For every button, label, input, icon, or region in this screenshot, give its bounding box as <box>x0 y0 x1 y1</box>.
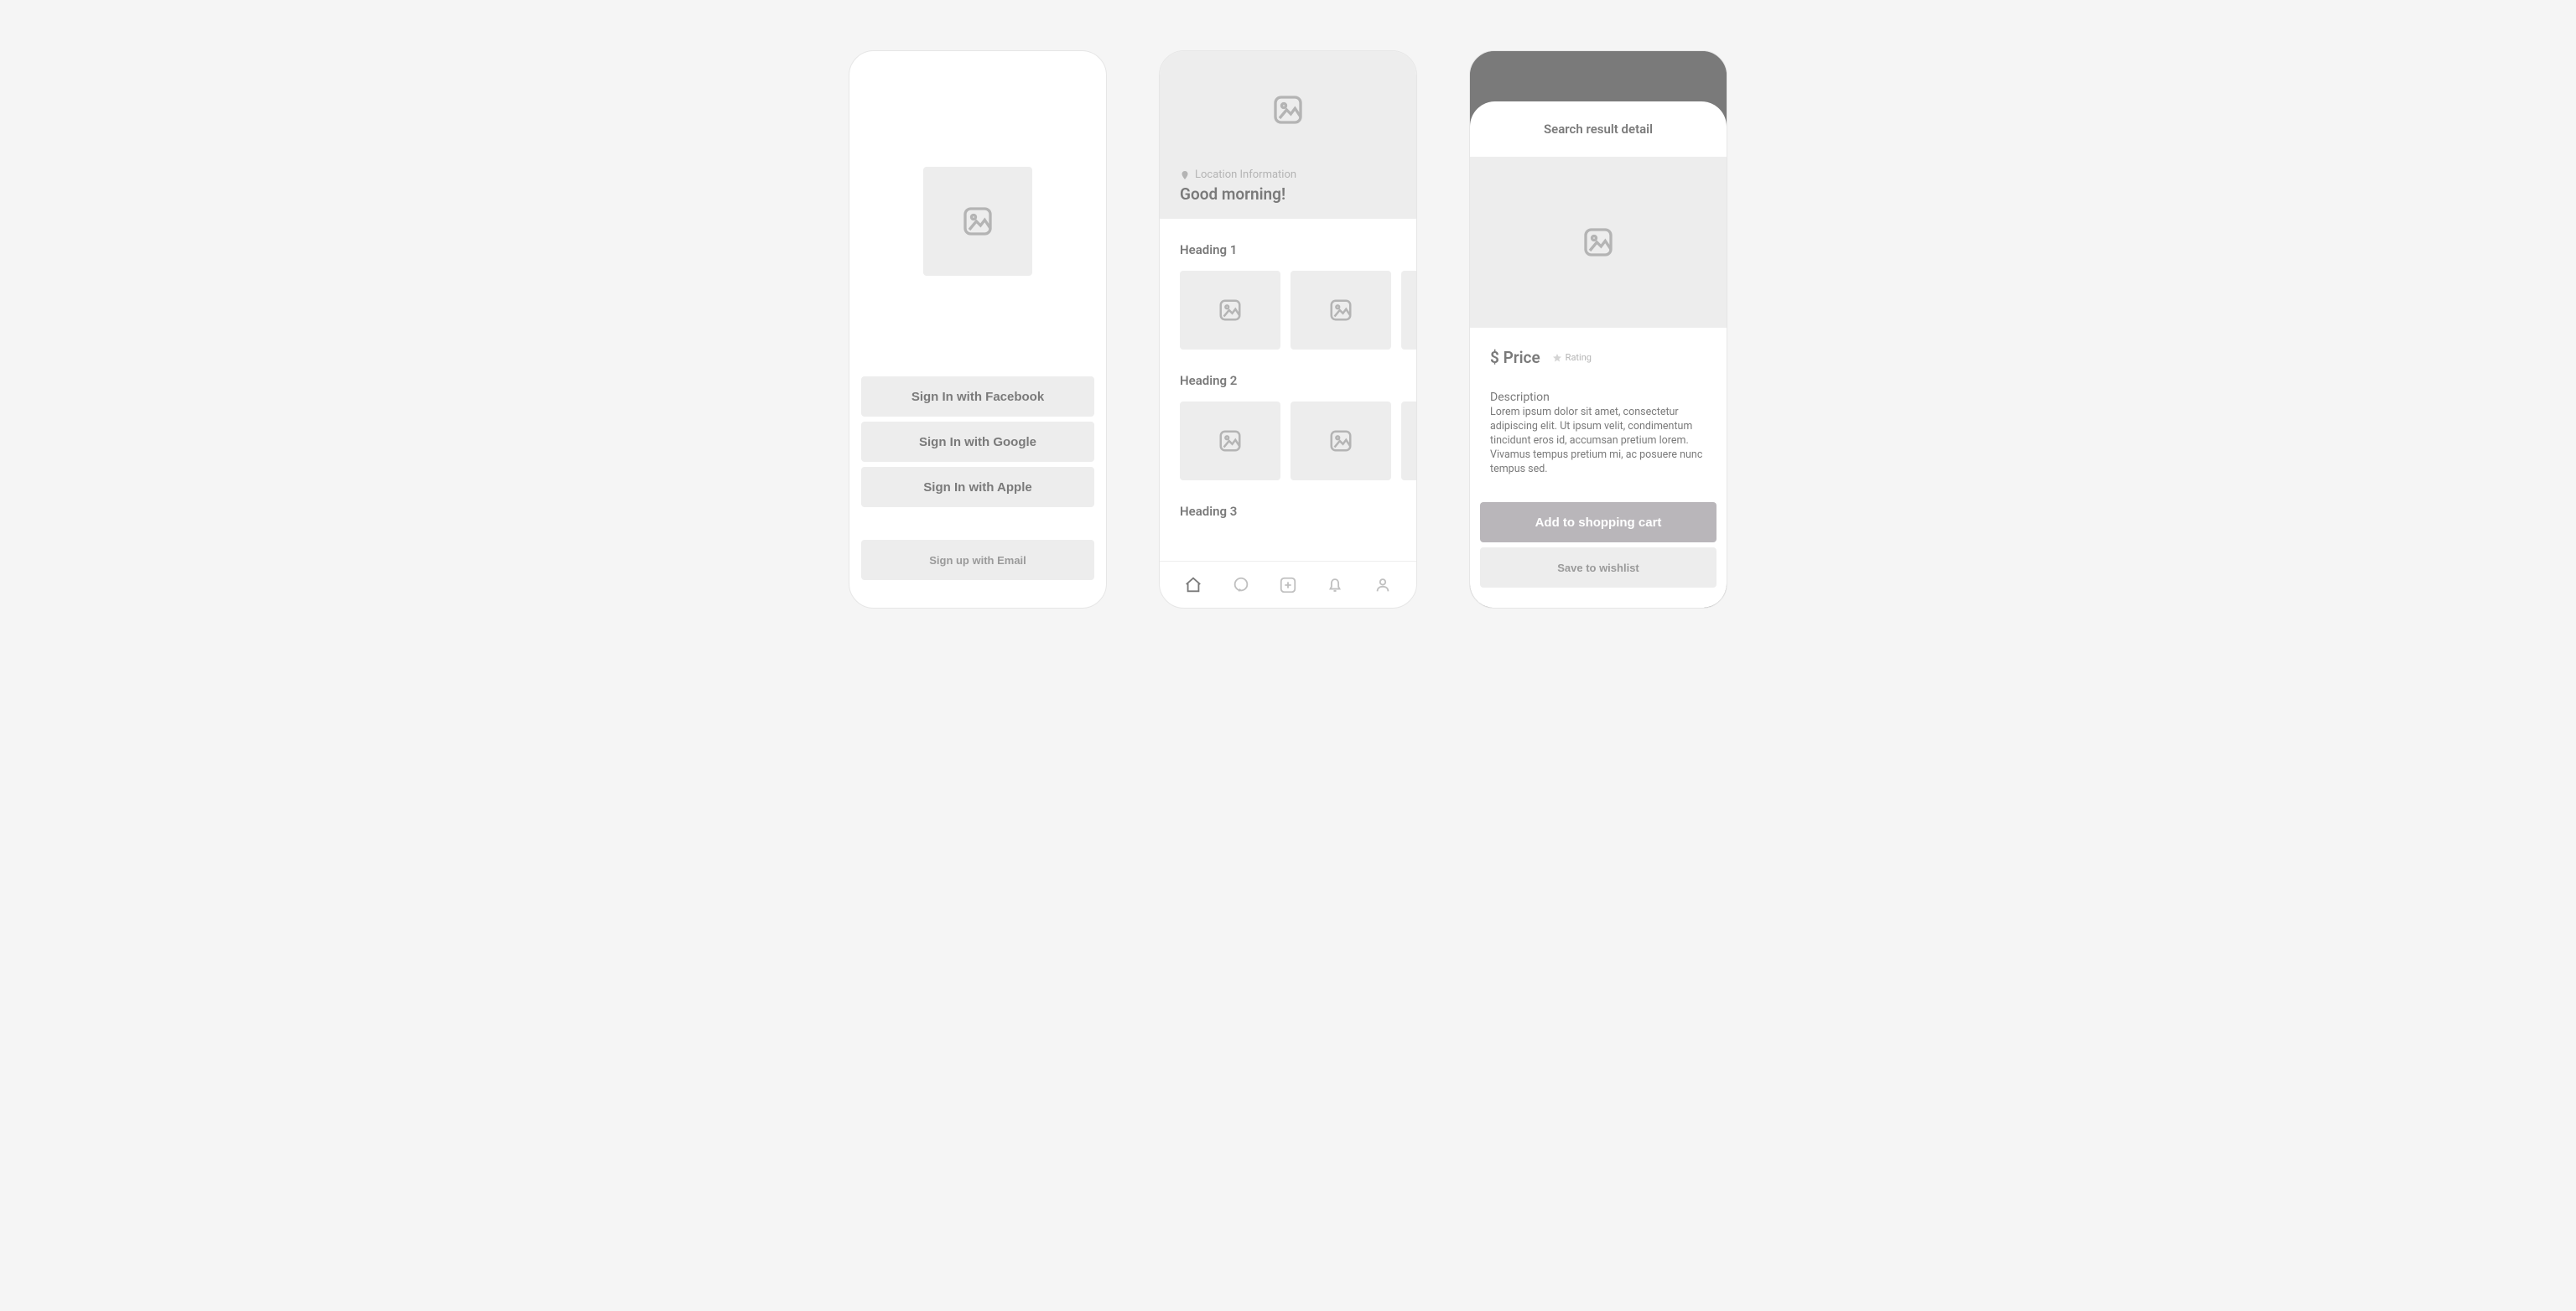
hero-image-placeholder <box>1160 51 1416 168</box>
description-text: Lorem ipsum dolor sit amet, consectetur … <box>1490 406 1706 476</box>
save-to-wishlist-button[interactable]: Save to wishlist <box>1480 547 1716 588</box>
card-row-2 <box>1180 402 1416 480</box>
section-heading-1: Heading 1 <box>1180 242 1416 257</box>
section-heading-3: Heading 3 <box>1180 504 1416 519</box>
add-to-cart-button[interactable]: Add to shopping cart <box>1480 502 1716 542</box>
image-icon <box>1581 225 1615 259</box>
section-heading-2: Heading 2 <box>1180 373 1416 388</box>
logo-placeholder <box>923 167 1032 276</box>
nav-add-icon[interactable] <box>1279 576 1297 594</box>
detail-image-placeholder <box>1470 157 1727 328</box>
detail-actions: Add to shopping cart Save to wishlist <box>1470 502 1727 608</box>
image-icon <box>1218 428 1243 453</box>
home-hero: Location Information Good morning! <box>1160 51 1416 219</box>
nav-profile-icon[interactable] <box>1374 576 1392 594</box>
location-label: Location Information <box>1195 168 1296 181</box>
detail-title: Search result detail <box>1470 101 1727 157</box>
home-content: Heading 1 Heading 2 Head <box>1160 219 1416 561</box>
image-icon <box>1271 93 1305 127</box>
greeting: Good morning! <box>1160 181 1416 204</box>
card-item[interactable] <box>1180 271 1280 350</box>
image-icon <box>961 205 995 238</box>
signin-apple-button[interactable]: Sign In with Apple <box>861 467 1094 507</box>
signup-email-button[interactable]: Sign up with Email <box>861 540 1094 580</box>
nav-notifications-icon[interactable] <box>1326 576 1344 594</box>
card-item[interactable] <box>1291 402 1391 480</box>
rating-label: Rating <box>1566 352 1592 363</box>
nav-chat-icon[interactable] <box>1232 576 1250 594</box>
nav-home-icon[interactable] <box>1184 576 1202 594</box>
star-icon <box>1552 353 1562 363</box>
detail-body: $ Price Rating Description Lorem ipsum d… <box>1470 328 1727 502</box>
card-item[interactable] <box>1180 402 1280 480</box>
tab-bar <box>1160 561 1416 608</box>
card-item-peek[interactable] <box>1401 402 1416 480</box>
description-heading: Description <box>1490 391 1706 404</box>
signin-google-button[interactable]: Sign In with Google <box>861 422 1094 462</box>
pin-icon <box>1180 170 1190 180</box>
signin-facebook-button[interactable]: Sign In with Facebook <box>861 376 1094 417</box>
signin-button-group: Sign In with Facebook Sign In with Googl… <box>861 376 1094 580</box>
screen-detail: Search result detail $ Price Rating Desc… <box>1469 50 1727 609</box>
price-row: $ Price Rating <box>1490 348 1706 367</box>
logo-wrap <box>861 167 1094 276</box>
price-label: $ Price <box>1490 348 1540 367</box>
rating: Rating <box>1552 352 1592 363</box>
wireframe-frames: Sign In with Facebook Sign In with Googl… <box>849 50 1727 609</box>
screen-signin: Sign In with Facebook Sign In with Googl… <box>849 50 1107 609</box>
detail-topbar <box>1470 51 1727 101</box>
location-row: Location Information <box>1160 168 1416 181</box>
detail-sheet: Search result detail $ Price Rating Desc… <box>1470 101 1727 608</box>
card-item[interactable] <box>1291 271 1391 350</box>
screen-home: Location Information Good morning! Headi… <box>1159 50 1417 609</box>
card-row-1 <box>1180 271 1416 350</box>
image-icon <box>1218 298 1243 323</box>
image-icon <box>1328 298 1353 323</box>
card-item-peek[interactable] <box>1401 271 1416 350</box>
image-icon <box>1328 428 1353 453</box>
